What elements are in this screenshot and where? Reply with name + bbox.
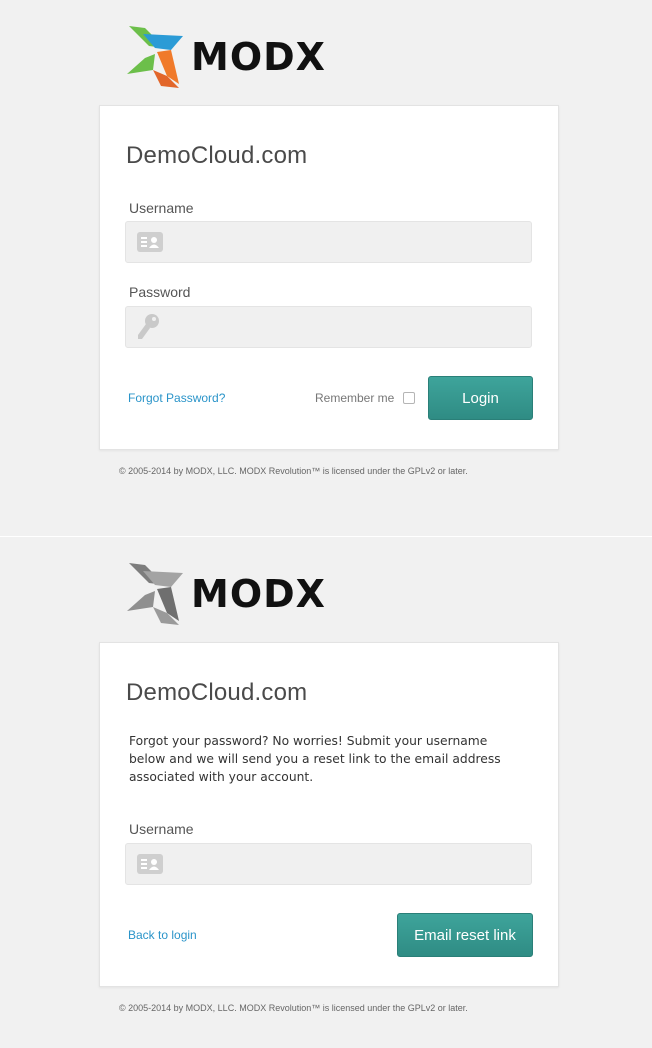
id-card-icon (137, 232, 163, 252)
modx-logo: MODX (127, 26, 326, 88)
remember-me[interactable]: Remember me (315, 391, 416, 405)
username-input[interactable] (173, 222, 531, 262)
login-button[interactable]: Login (428, 376, 533, 420)
email-reset-link-button[interactable]: Email reset link (397, 913, 533, 957)
forgot-password-card: DemoCloud.com Forgot your password? No w… (99, 642, 559, 987)
modx-logo-gray: MODX (127, 563, 326, 625)
username-label: Username (129, 200, 194, 216)
forgot-password-link[interactable]: Forgot Password? (128, 391, 225, 405)
copyright: © 2005-2014 by MODX, LLC. MODX Revolutio… (119, 466, 468, 476)
password-label: Password (129, 284, 191, 300)
copyright: © 2005-2014 by MODX, LLC. MODX Revolutio… (119, 1003, 468, 1013)
password-field[interactable] (125, 306, 532, 348)
username-field[interactable] (125, 843, 532, 885)
username-input[interactable] (173, 844, 531, 884)
site-title: DemoCloud.com (126, 679, 308, 706)
modx-logo-mark-icon (127, 26, 183, 88)
password-input[interactable] (171, 307, 531, 347)
forgot-description: Forgot your password? No worries! Submit… (129, 734, 501, 784)
key-icon (138, 314, 159, 339)
id-card-icon (137, 854, 163, 874)
site-title: DemoCloud.com (126, 142, 308, 169)
login-screen: MODX DemoCloud.com Username Password For… (0, 0, 652, 536)
username-label: Username (129, 821, 194, 837)
username-field[interactable] (125, 221, 532, 263)
logo-wordmark: MODX (191, 572, 326, 616)
forgot-password-screen: MODX DemoCloud.com Forgot your password?… (0, 537, 652, 1048)
logo-wordmark: MODX (191, 35, 326, 79)
remember-me-checkbox[interactable] (403, 392, 416, 404)
modx-logo-mark-gray-icon (127, 563, 183, 625)
back-to-login-link[interactable]: Back to login (128, 928, 197, 942)
login-card: DemoCloud.com Username Password Forgot P… (99, 105, 559, 450)
remember-me-label: Remember me (315, 391, 395, 405)
